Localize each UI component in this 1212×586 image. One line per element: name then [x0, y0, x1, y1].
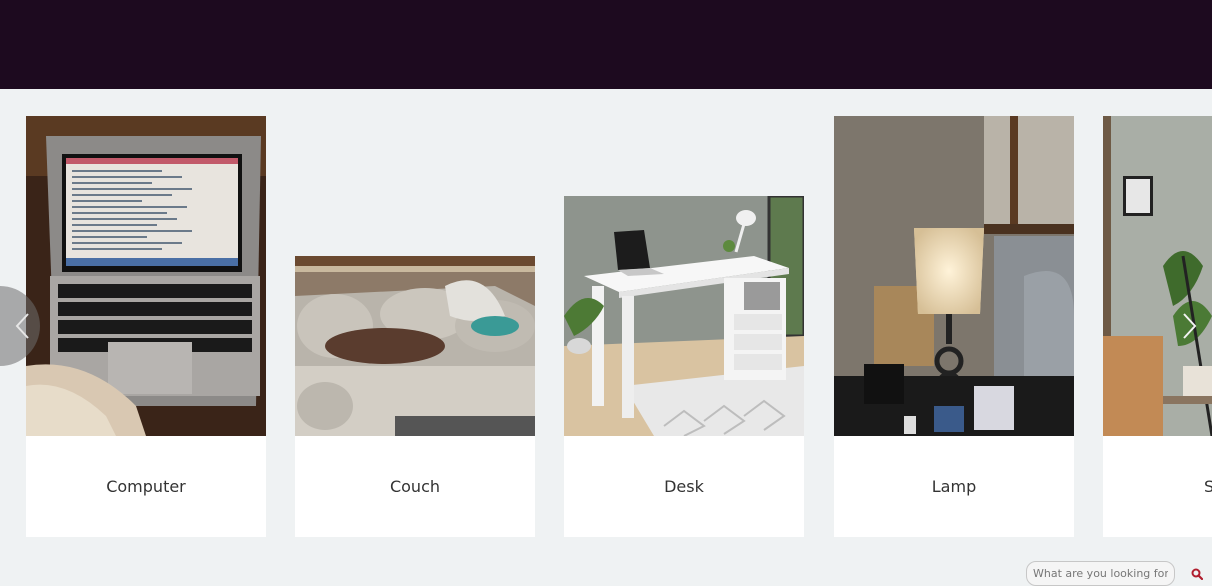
carousel-card-desk[interactable]: Desk	[564, 196, 804, 537]
partial-caption-box: S	[1103, 436, 1212, 537]
search-icon	[1191, 568, 1203, 580]
carousel-item-label: Desk	[664, 477, 704, 496]
chevron-left-icon	[15, 313, 29, 339]
carousel-card-couch[interactable]: Couch	[295, 256, 535, 537]
computer-caption-box: Computer	[26, 436, 266, 537]
lamp-image	[834, 116, 1074, 436]
couch-caption-box: Couch	[295, 436, 535, 537]
chevron-right-icon	[1183, 313, 1197, 339]
shelf-image	[1103, 116, 1212, 436]
desk-caption-box: Desk	[564, 436, 804, 537]
search-button[interactable]	[1181, 561, 1212, 586]
couch-image	[295, 256, 535, 436]
product-carousel: Computer Couch Desk Lamp S	[0, 89, 1212, 586]
carousel-item-label: Computer	[106, 477, 186, 496]
lamp-caption-box: Lamp	[834, 436, 1074, 537]
carousel-next-button[interactable]	[1174, 286, 1212, 366]
search-bar	[1026, 561, 1212, 586]
carousel-card-computer[interactable]: Computer	[26, 116, 266, 537]
carousel-card-lamp[interactable]: Lamp	[834, 116, 1074, 537]
site-header	[0, 0, 1212, 89]
search-input[interactable]	[1026, 561, 1175, 586]
desk-image	[564, 196, 804, 436]
carousel-item-label: Couch	[389, 477, 441, 496]
carousel-item-label: Lamp	[931, 477, 977, 496]
computer-image	[26, 116, 266, 436]
carousel-item-label: S	[1204, 477, 1212, 496]
